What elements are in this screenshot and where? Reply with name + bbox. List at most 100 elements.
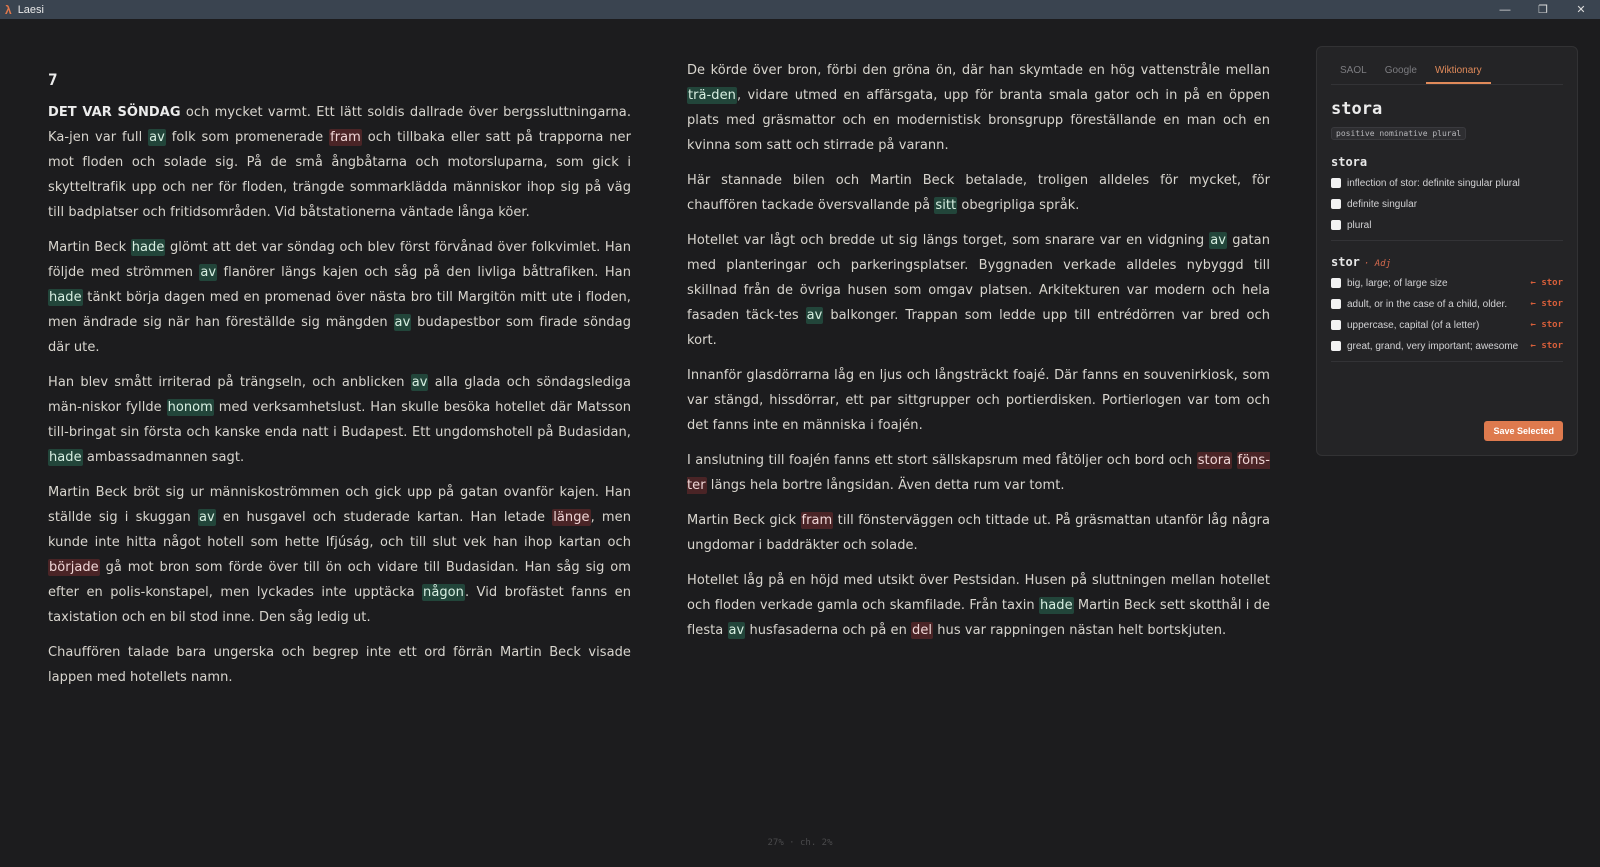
definition-checkbox[interactable]: [1331, 341, 1341, 351]
chapter-number: 7: [48, 70, 58, 89]
known-word[interactable]: av: [727, 622, 746, 639]
paragraph: Martin Beck bröt sig ur människoströmmen…: [48, 480, 631, 630]
known-word[interactable]: av: [199, 264, 218, 281]
known-word[interactable]: av: [805, 307, 824, 324]
definition-sections: stora inflection of stor: definite singul…: [1317, 155, 1577, 362]
text-run: [1232, 453, 1236, 468]
section-divider: [1331, 361, 1563, 362]
definition-row: big, large; of large size ← stor: [1331, 277, 1563, 290]
reading-progress: 27% · ch. 2%: [767, 838, 833, 848]
definition-row: definite singular: [1331, 198, 1563, 211]
headword: stora: [1331, 155, 1368, 169]
dictionary-tabs: SAOL Google Wiktionary: [1331, 59, 1563, 85]
known-word[interactable]: hade: [130, 239, 166, 256]
definition-row: inflection of stor: definite singular pl…: [1331, 177, 1563, 190]
paragraph: Martin Beck gick fram till fönsterväggen…: [687, 508, 1270, 558]
text-run: De körde över bron, förbi den gröna ön, …: [687, 63, 1270, 78]
known-word[interactable]: någon: [422, 584, 465, 601]
minimize-button[interactable]: —: [1486, 0, 1524, 19]
text-run: , vidare utmed en affärsgata, upp för br…: [687, 88, 1270, 153]
definition-text: adult, or in the case of a child, older.: [1347, 299, 1508, 310]
known-word[interactable]: trä-den: [687, 87, 737, 104]
tab-wiktionary[interactable]: Wiktionary: [1425, 59, 1491, 84]
known-word[interactable]: av: [148, 129, 166, 146]
definition-checkbox[interactable]: [1331, 278, 1341, 288]
known-word[interactable]: hade: [48, 449, 83, 466]
learning-word[interactable]: del: [911, 622, 934, 639]
paragraph: Martin Beck hade glömt att det var sönda…: [48, 235, 631, 360]
definition-checkbox[interactable]: [1331, 220, 1341, 230]
save-selected-button[interactable]: Save Selected: [1484, 421, 1563, 441]
lemma-link[interactable]: ← stor: [1530, 340, 1563, 353]
dictionary-panel: SAOL Google Wiktionary stora positive nomi…: [1316, 46, 1578, 456]
learning-word[interactable]: fram: [329, 129, 362, 146]
text-run: obegripliga språk.: [957, 198, 1080, 213]
definition-checkbox[interactable]: [1331, 299, 1341, 309]
definition-text: definite singular: [1347, 199, 1418, 210]
known-word[interactable]: hade: [1038, 597, 1074, 614]
definition-row: adult, or in the case of a child, older.…: [1331, 298, 1563, 311]
right-paragraphs: De körde över bron, förbi den gröna ön, …: [687, 58, 1270, 643]
definition-row: uppercase, capital (of a letter) ← stor: [1331, 319, 1563, 332]
learning-word[interactable]: började: [48, 559, 100, 576]
definition-text: inflection of stor: definite singular pl…: [1347, 178, 1520, 189]
lemma-link[interactable]: ← stor: [1530, 298, 1563, 311]
definition-row: plural: [1331, 219, 1563, 232]
paragraph: Här stannade bilen och Martin Beck betal…: [687, 168, 1270, 218]
lemma-link[interactable]: ← stor: [1530, 319, 1563, 332]
definition-heading: stor · Adj: [1331, 255, 1563, 269]
tab-google[interactable]: Google: [1376, 59, 1426, 84]
definition-heading: stora: [1331, 155, 1563, 169]
text-column-left: 7 DET VAR SÖNDAG och mycket varmt. Ett l…: [48, 56, 631, 700]
text-run: Martin Beck gick: [687, 513, 801, 528]
close-button[interactable]: ✕: [1562, 0, 1600, 19]
paragraph: Hotellet var lågt och bredde ut sig läng…: [687, 228, 1270, 353]
text-run: Hotellet var lågt och bredde ut sig läng…: [687, 233, 1210, 248]
learning-word[interactable]: länge: [552, 509, 591, 526]
learning-word[interactable]: stora: [1196, 452, 1233, 469]
text-run: Martin Beck: [48, 240, 131, 255]
known-word[interactable]: av: [198, 509, 216, 526]
paragraph: Han blev smått irriterad på trängseln, o…: [48, 370, 631, 470]
text-run: längs hela bortre långsidan. Även detta …: [706, 478, 1065, 493]
text-run: folk som promenerade: [165, 130, 330, 145]
definition-text: great, grand, very important; awesome: [1347, 341, 1519, 352]
definition-checkbox[interactable]: [1331, 320, 1341, 330]
definition-text: plural: [1347, 220, 1372, 231]
definition-text: big, large; of large size: [1347, 278, 1448, 289]
tab-saol[interactable]: SAOL: [1331, 59, 1376, 84]
text-run: Han blev smått irriterad på trängseln, o…: [48, 375, 411, 390]
definition-row: great, grand, very important; awesome ← s…: [1331, 340, 1563, 353]
restore-button[interactable]: ❐: [1524, 0, 1562, 19]
section-divider: [1331, 240, 1563, 241]
text-run: husfasaderna och på en: [745, 623, 912, 638]
paragraph: Hotellet låg på en höjd med utsikt över …: [687, 568, 1270, 643]
text-column-right: De körde över bron, förbi den gröna ön, …: [687, 58, 1270, 653]
paragraph: Innanför glasdörrarna låg en ljus och lå…: [687, 363, 1270, 438]
definition-checkbox[interactable]: [1331, 199, 1341, 209]
lemma-link[interactable]: ← stor: [1530, 277, 1563, 290]
inflection-tag: positive nominative plural: [1331, 127, 1467, 140]
known-word[interactable]: honom: [166, 399, 214, 416]
window-controls: — ❐ ✕: [1486, 0, 1600, 19]
known-word[interactable]: av: [393, 314, 412, 331]
lookup-word: stora: [1331, 99, 1383, 119]
lead-in-text: DET VAR SÖNDAG: [48, 105, 181, 120]
paragraph: I anslutning till foajén fanns ett stort…: [687, 448, 1270, 498]
known-word[interactable]: sitt: [934, 197, 958, 214]
text-run: en husgavel och studerade kartan. Han le…: [215, 510, 553, 525]
text-run: flanörer längs kajen och såg på den livl…: [217, 265, 631, 280]
reader-pane: 7 DET VAR SÖNDAG och mycket varmt. Ett l…: [48, 56, 1270, 816]
known-word[interactable]: av: [410, 374, 429, 391]
headword: stor: [1331, 255, 1360, 269]
text-run: ambassadmannen sagt.: [82, 450, 245, 465]
definition-text: uppercase, capital (of a letter): [1347, 320, 1480, 331]
definition-checkbox[interactable]: [1331, 178, 1341, 188]
known-word[interactable]: av: [1209, 232, 1228, 249]
text-run: Chauffören talade bara ungerska och begr…: [48, 645, 631, 685]
text-run: hus var rappningen nästan helt bortskjut…: [933, 623, 1227, 638]
learning-word[interactable]: fram: [800, 512, 834, 529]
part-of-speech: · Adj: [1363, 259, 1391, 269]
known-word[interactable]: hade: [48, 289, 83, 306]
paragraph: De körde över bron, förbi den gröna ön, …: [687, 58, 1270, 158]
